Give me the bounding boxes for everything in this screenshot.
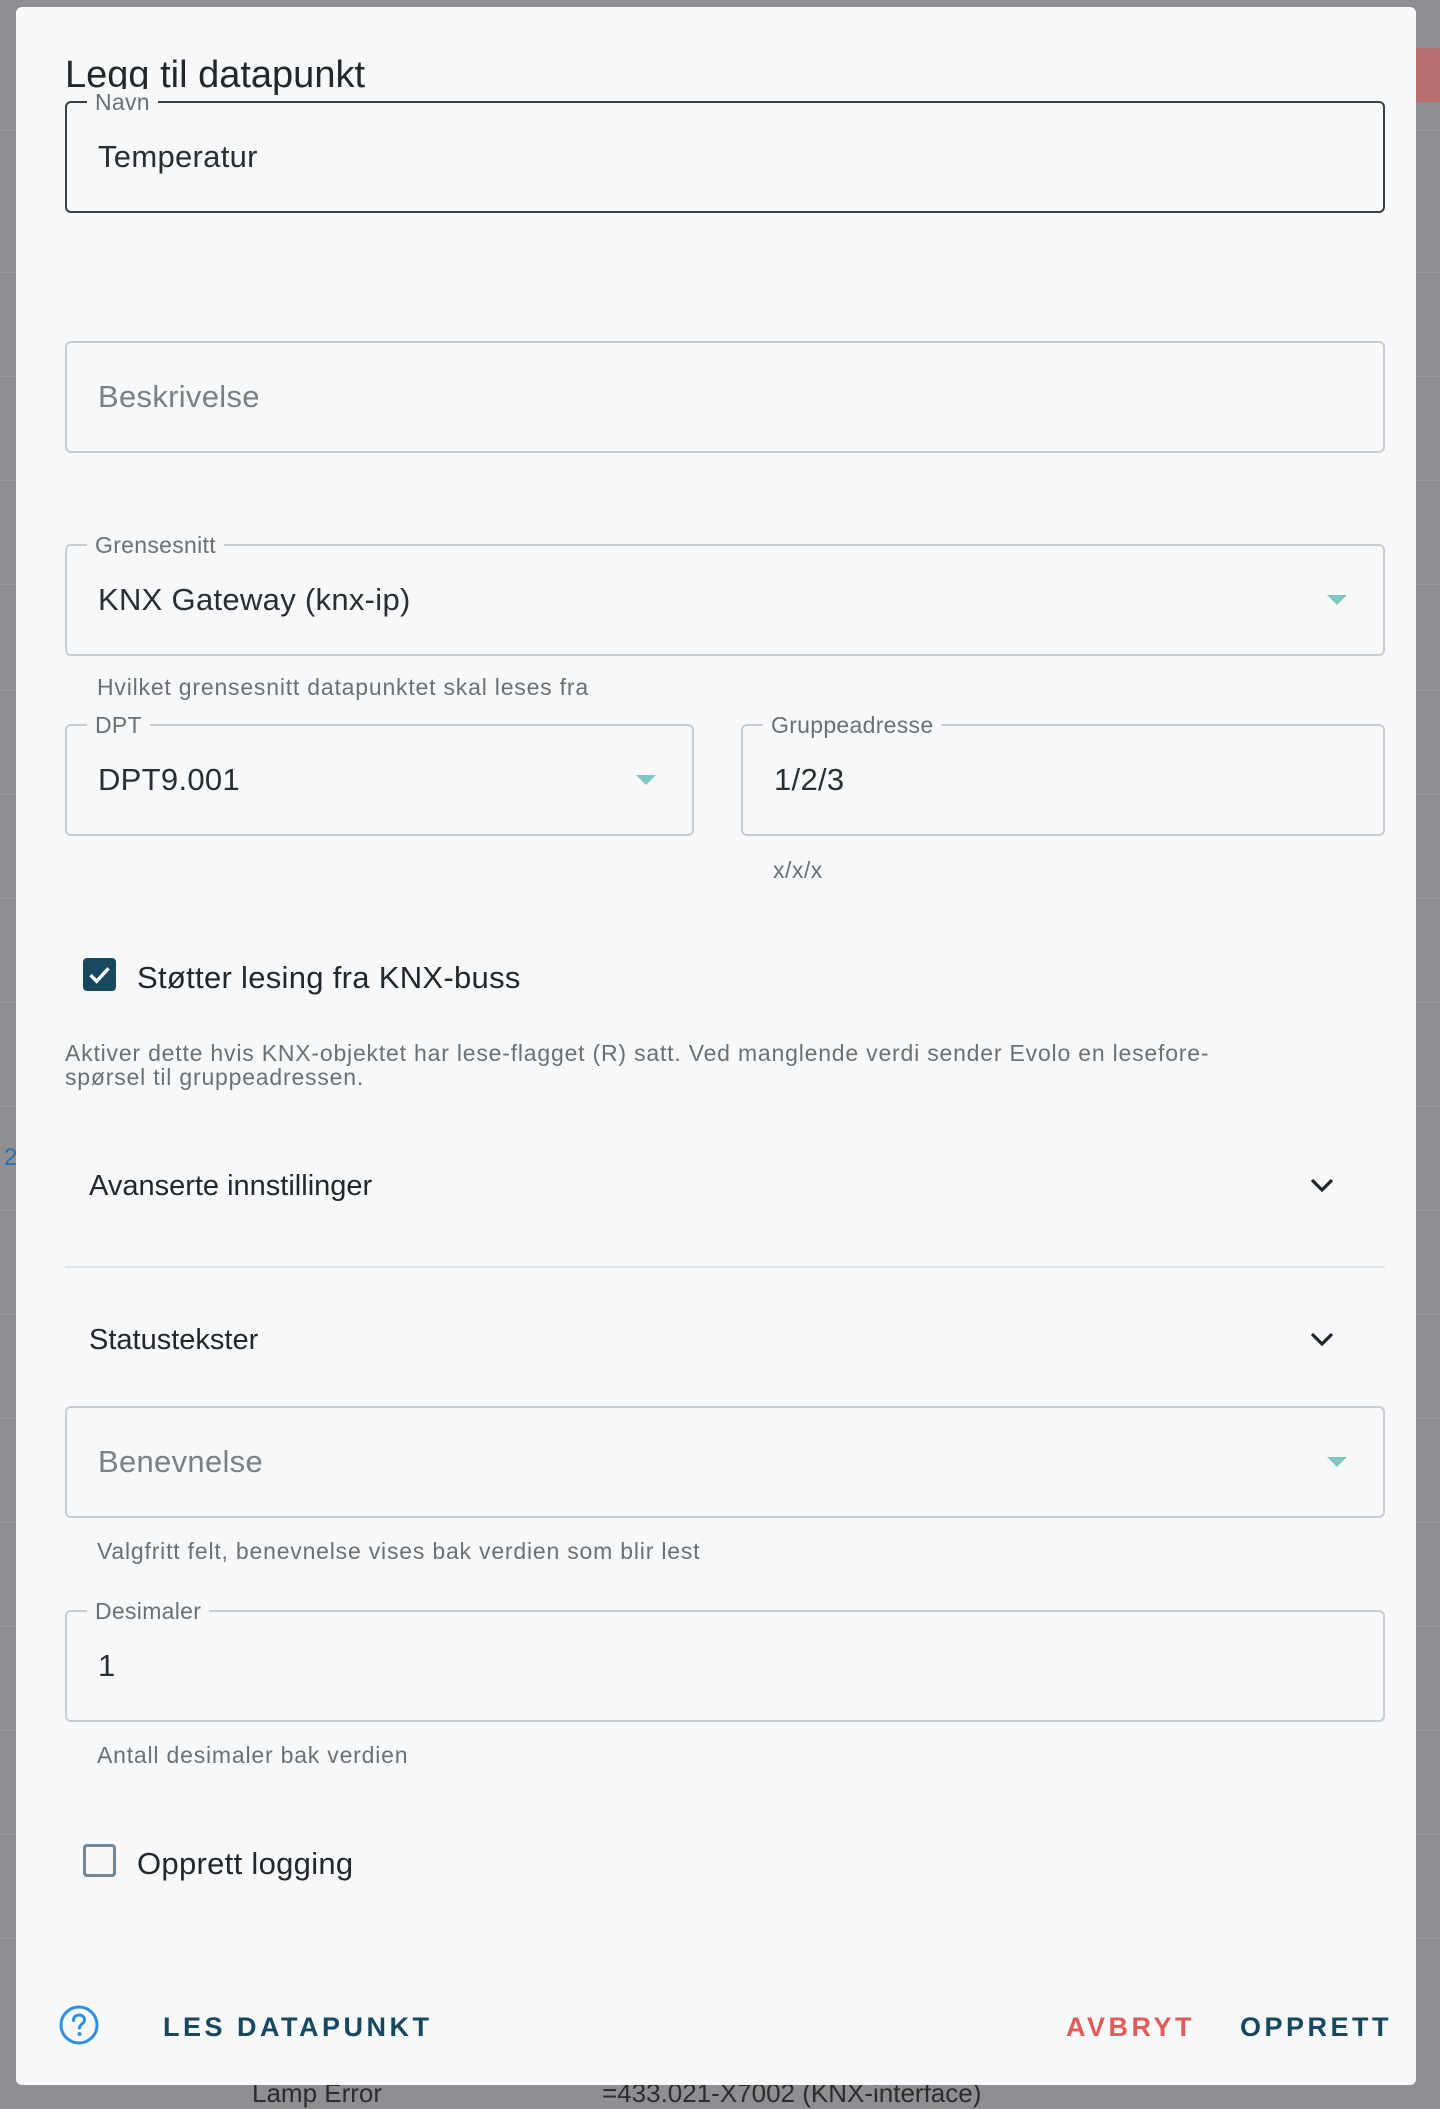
read-support-helper: Aktiver dette hvis KNX-objektet har lese… [65,1041,1365,1089]
logging-label[interactable]: Opprett logging [137,1846,353,1882]
dpt-select-value: DPT9.001 [98,762,240,797]
unit-select[interactable]: Benevnelse [65,1406,1385,1518]
description-field[interactable]: Beskrivelse [65,341,1385,453]
decimals-field-value: 1 [98,1648,116,1683]
caret-down-icon [1327,1457,1347,1467]
decimals-field[interactable]: Desimaler 1 [65,1598,1385,1722]
interface-select-value: KNX Gateway (knx-ip) [98,582,411,617]
description-placeholder: Beskrivelse [98,379,260,414]
chevron-down-icon[interactable] [1308,1329,1336,1349]
dpt-select-label: DPT [87,712,150,739]
read-datapoint-button[interactable]: LES DATAPUNKT [163,2012,433,2043]
checkmark-icon [89,967,110,984]
interface-select[interactable]: Grensesnitt KNX Gateway (knx-ip) [65,532,1385,656]
advanced-settings-label[interactable]: Avanserte innstillinger [89,1170,372,1203]
caret-down-icon [636,775,656,785]
interface-helper: Hvilket grensesnitt datapunktet skal les… [97,674,589,700]
cancel-button[interactable]: AVBRYT [1066,2012,1195,2043]
decimals-helper: Antall desimaler bak verdien [97,1742,409,1768]
group-address-value: 1/2/3 [774,762,845,797]
dpt-select[interactable]: DPT DPT9.001 [65,712,694,836]
name-field-value: Temperatur [98,139,258,174]
group-address-field[interactable]: Gruppeadresse 1/2/3 [741,712,1385,836]
unit-helper: Valgfritt felt, benevnelse vises bak ver… [97,1538,701,1564]
unit-select-placeholder: Benevnelse [98,1444,264,1479]
accordion-divider [65,1266,1385,1268]
chevron-down-icon[interactable] [1308,1175,1336,1195]
logging-checkbox[interactable] [83,1844,116,1877]
status-texts-label[interactable]: Statustekster [89,1324,258,1357]
group-address-label: Gruppeadresse [763,712,942,739]
bg-action-button [1416,48,1440,102]
read-support-checkbox[interactable] [83,958,116,991]
name-field[interactable]: Navn Temperatur [65,89,1385,213]
interface-select-label: Grensesnitt [87,532,224,559]
decimals-field-label: Desimaler [87,1598,210,1625]
read-support-helper-line-1: Aktiver dette hvis KNX-objektet har lese… [65,1040,1210,1066]
name-field-label: Navn [87,89,158,116]
read-support-helper-line-2: spørsel til gruppeadressen. [65,1064,365,1090]
caret-down-icon [1327,595,1347,605]
create-button[interactable]: OPPRETT [1240,2012,1392,2043]
add-datapoint-dialog: Legg til datapunkt Navn Temperatur Beskr… [16,7,1416,2085]
read-support-label[interactable]: Støtter lesing fra KNX-buss [137,960,521,996]
group-address-helper: x/x/x [773,857,823,883]
help-circle-icon[interactable] [58,2004,100,2046]
